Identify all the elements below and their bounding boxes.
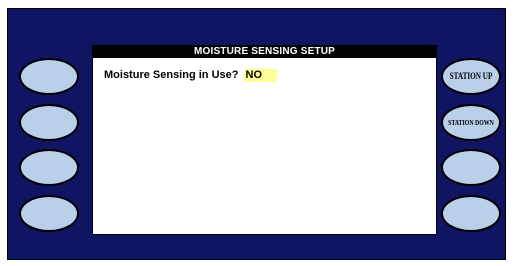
- left-softkey-1[interactable]: [19, 58, 79, 95]
- moisture-sensing-label: Moisture Sensing in Use?: [104, 69, 239, 81]
- screen-title: MOISTURE SENSING SETUP: [93, 46, 436, 58]
- station-down-button[interactable]: STATION DOWN: [441, 104, 501, 141]
- right-softkey-3[interactable]: [441, 149, 501, 186]
- right-softkey-4[interactable]: [441, 195, 501, 232]
- left-softkey-1-label: [27, 60, 72, 93]
- controller-panel: MOISTURE SENSING SETUP Moisture Sensing …: [7, 8, 506, 260]
- left-softkey-4-label: [27, 197, 72, 230]
- left-softkey-4[interactable]: [19, 195, 79, 232]
- left-softkey-2-label: [27, 106, 72, 139]
- left-softkey-3[interactable]: [19, 149, 79, 186]
- right-softkey-3-label: [449, 151, 494, 184]
- station-up-button[interactable]: STATION UP: [441, 58, 501, 95]
- left-softkey-2[interactable]: [19, 104, 79, 141]
- moisture-sensing-value[interactable]: NO: [243, 69, 277, 82]
- station-up-label: STATION UP: [449, 71, 493, 81]
- left-softkey-3-label: [27, 151, 72, 184]
- right-softkey-4-label: [449, 197, 494, 230]
- moisture-sensing-row: Moisture Sensing in Use? NO: [104, 69, 277, 82]
- lcd-screen: MOISTURE SENSING SETUP Moisture Sensing …: [92, 45, 437, 235]
- station-down-label: STATION DOWN: [448, 117, 494, 127]
